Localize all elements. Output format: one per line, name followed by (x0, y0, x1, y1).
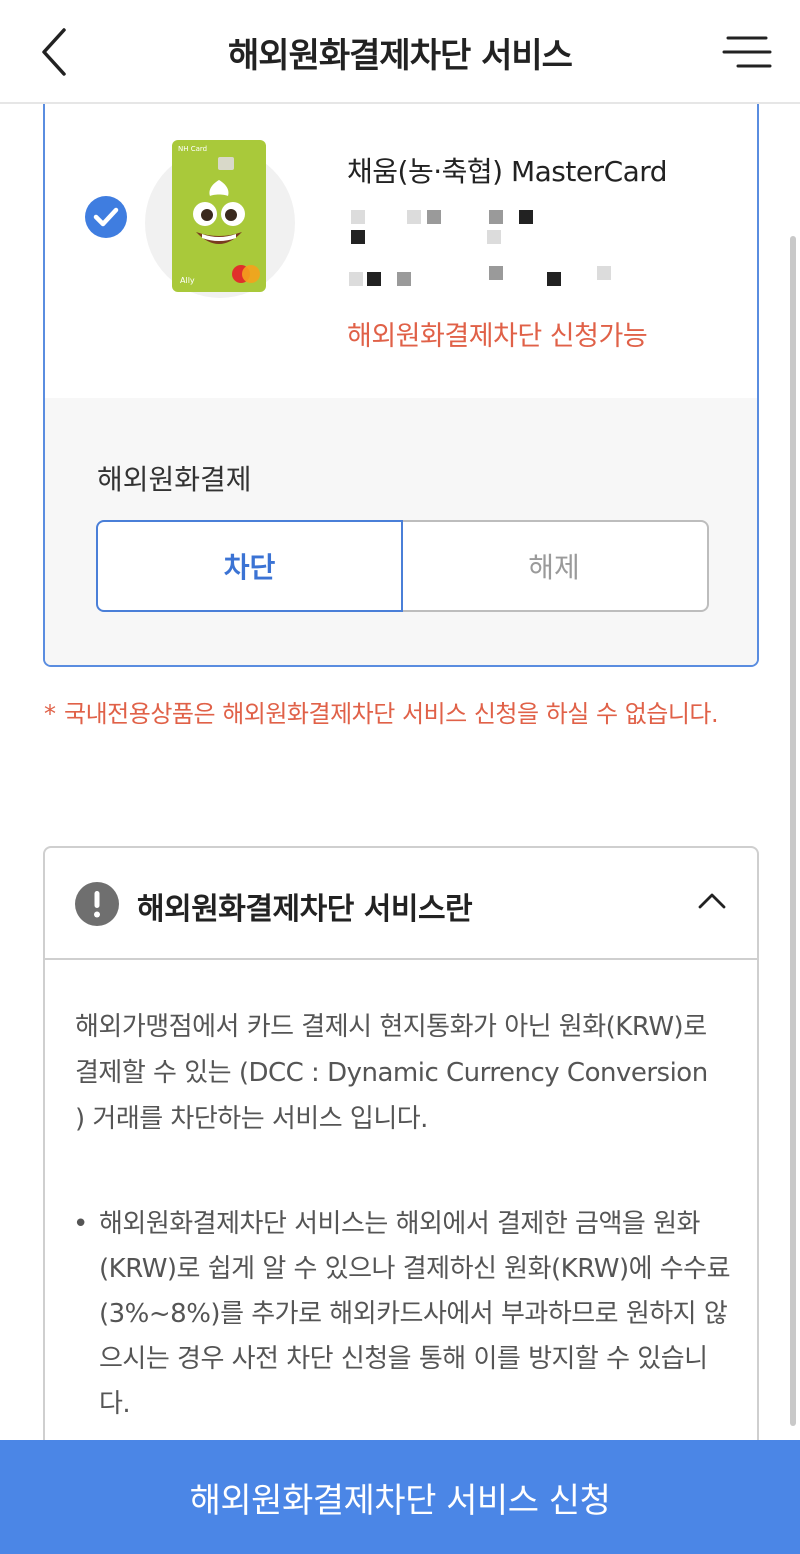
card-image: NH Card Ally (172, 140, 266, 292)
service-info-accordion: 해외원화결제차단 서비스란 해외가맹점에서 카드 결제시 현지통화가 아닌 원화… (43, 846, 759, 1486)
release-toggle-button[interactable]: 해제 (401, 520, 709, 612)
chevron-up-icon[interactable] (697, 890, 727, 910)
notice-asterisk: * (44, 700, 56, 728)
card-brand-label: NH Card (178, 145, 208, 153)
masked-card-number (347, 210, 547, 226)
check-circle-icon (85, 196, 127, 238)
exclamation-circle-icon (75, 882, 119, 926)
option-label: 해외원화결제 (97, 463, 252, 496)
card-character-icon (193, 180, 245, 244)
menu-button[interactable] (722, 28, 778, 78)
page-title: 해외원화결제차단 서비스 (228, 36, 573, 76)
card-sub-label: Ally (180, 276, 195, 285)
service-description: 해외가맹점에서 카드 결제시 현지통화가 아닌 원화(KRW)로 결제할 수 있… (75, 1012, 708, 1134)
notice-text: 국내전용상품은 해외원화결제차단 서비스 신청을 하실 수 없습니다. (64, 700, 719, 728)
menu-icon (722, 36, 772, 68)
bullet-dot: • (73, 1209, 88, 1239)
bullet-text: 해외원화결제차단 서비스는 해외에서 결제한 금액을 원화(KRW)로 쉽게 알… (99, 1209, 731, 1419)
masked-card-info (347, 272, 627, 288)
domestic-only-notice: * 국내전용상품은 해외원화결제차단 서비스 신청을 하실 수 없습니다. (44, 694, 724, 734)
app-header: 해외원화결제차단 서비스 (0, 0, 800, 104)
mastercard-logo-icon (232, 265, 260, 283)
scrollbar[interactable] (790, 236, 796, 1426)
accordion-header[interactable]: 해외원화결제차단 서비스란 (45, 848, 757, 960)
payment-option-area: 해외원화결제 차단 해제 (45, 398, 757, 665)
masked-card-owner (347, 228, 547, 244)
card-name: 채움(농·축협) MasterCard (347, 155, 668, 188)
apply-service-button[interactable]: 해외원화결제차단 서비스 신청 (0, 1440, 800, 1554)
block-toggle-button[interactable]: 차단 (96, 520, 403, 612)
card-status-text: 해외원화결제차단 신청가능 (347, 321, 648, 352)
card-selection-panel: NH Card Ally 채움(농·축협) MasterCard 해외원화결제차… (43, 90, 759, 667)
card-select-checkbox[interactable] (85, 196, 127, 238)
card-chip (218, 157, 234, 170)
accordion-title: 해외원화결제차단 서비스란 (137, 892, 473, 927)
service-bullet-item: • 해외원화결제차단 서비스는 해외에서 결제한 금액을 원화(KRW)로 쉽게… (73, 1202, 733, 1427)
